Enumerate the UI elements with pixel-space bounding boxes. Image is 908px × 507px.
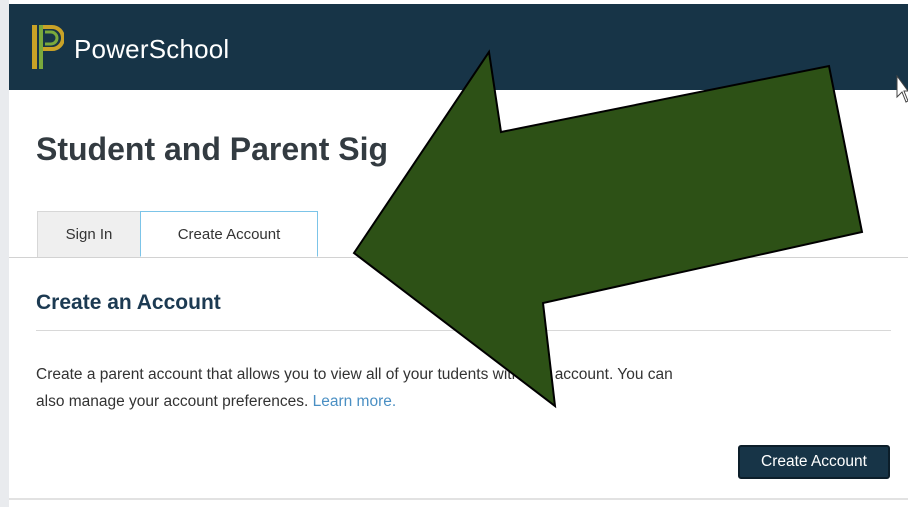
mouse-cursor-icon (896, 75, 908, 103)
tabs-divider (9, 257, 908, 258)
section-divider (36, 330, 891, 331)
page-title: Student and Parent Sig (36, 131, 389, 167)
bottom-divider (9, 498, 908, 500)
tab-create-account[interactable]: Create Account (140, 211, 318, 257)
description-part-3: also manage your account preferences. (36, 393, 309, 410)
learn-more-link[interactable]: Learn more. (313, 393, 397, 410)
description-part-2: tudents with one account. You can (437, 366, 673, 383)
create-account-button[interactable]: Create Account (738, 445, 890, 479)
section-title: Create an Account (36, 291, 221, 314)
description-part-1: Create a parent account that allows you … (36, 366, 434, 383)
tab-sign-in[interactable]: Sign In (37, 211, 141, 257)
section-description: Create a parent account that allows you … (36, 361, 896, 415)
header-bar: PowerSchool (9, 4, 908, 90)
page-left-border (0, 0, 9, 507)
brand-name: PowerSchool (74, 34, 230, 64)
powerschool-logo-icon (32, 25, 64, 69)
